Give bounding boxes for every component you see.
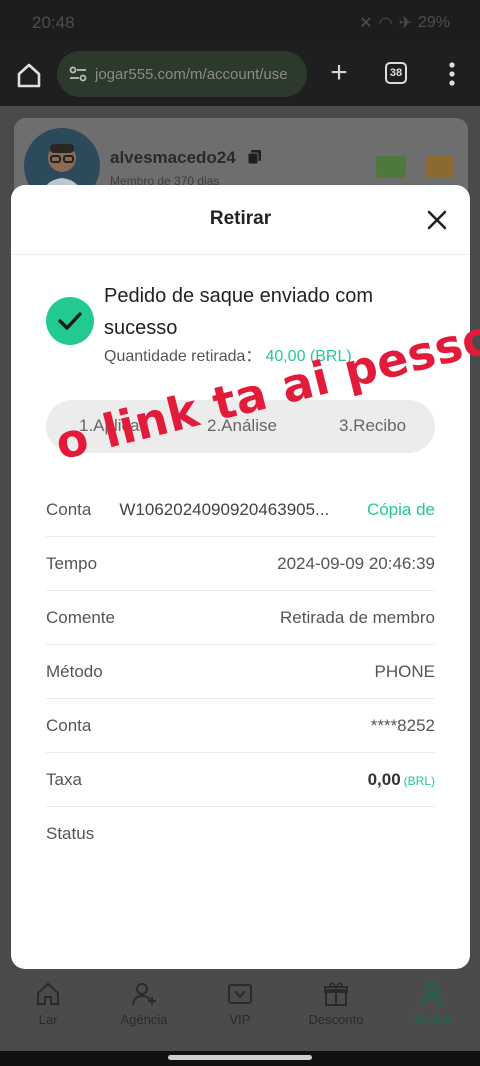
row-value: ****8252 (370, 715, 435, 735)
address-bar[interactable]: jogar555.com/m/account/use (57, 51, 307, 97)
fee-currency: (BRL) (403, 773, 435, 788)
order-row: Conta W1062024090920463905... Cópia de (46, 483, 435, 537)
browser-toolbar: jogar555.com/m/account/use + 38 (0, 46, 480, 106)
nav-item-vip[interactable]: VIP (192, 970, 288, 1051)
new-tab-icon[interactable]: + (324, 58, 354, 89)
nav-label: Agência (120, 1012, 168, 1027)
username: alvesmacedo24 (110, 148, 236, 167)
gesture-bar (0, 1051, 480, 1066)
check-icon (46, 297, 94, 345)
vip-icon (228, 984, 252, 1004)
copy-button[interactable]: Cópia de (367, 500, 435, 520)
modal-title: Retirar (209, 208, 272, 229)
site-settings-icon[interactable] (67, 63, 89, 85)
detail-row-metodo: Método PHONE (46, 645, 435, 699)
row-label: Status (46, 824, 95, 843)
nav-label: Minha (414, 1012, 450, 1027)
row-label: Comente (46, 607, 115, 627)
nav-label: Lar (38, 1012, 58, 1027)
detail-row-status: Status (46, 807, 435, 861)
amount-label: Quantidade retirada： (104, 348, 262, 365)
copy-icon[interactable] (247, 149, 263, 165)
fee-value: 0,00 (367, 769, 401, 789)
airplane-icon: ✈ (398, 15, 412, 32)
gift-icon (324, 982, 348, 1006)
row-value: Retirada de membro (280, 607, 435, 627)
user-icon (421, 982, 443, 1007)
row-label: Conta (46, 715, 92, 735)
close-icon[interactable] (426, 209, 448, 231)
row-label: Conta (46, 499, 92, 519)
wifi-icon: ◠ (378, 15, 393, 32)
add-user-icon (132, 983, 156, 1006)
row-label: Taxa (46, 769, 82, 789)
nav-item-desconto[interactable]: Desconto (288, 970, 384, 1051)
row-label: Tempo (46, 553, 98, 573)
tab-count-button[interactable]: 38 (385, 62, 407, 84)
modal-header: Retirar (11, 185, 470, 255)
detail-row-conta: Conta ****8252 (46, 699, 435, 753)
row-label: Método (46, 661, 103, 681)
details-list: Conta W1062024090920463905... Cópia de T… (46, 483, 435, 861)
nav-item-agencia[interactable]: Agência (96, 970, 192, 1051)
nav-item-minha[interactable]: Minha (384, 970, 480, 1051)
detail-row-taxa: Taxa 0,00 (BRL) (46, 753, 435, 807)
fee-value-wrap: 0,00 (BRL) (368, 770, 435, 790)
status-bar: 20:48 ✕ ◠ ✈ 29% (0, 0, 480, 46)
nav-label: Desconto (308, 1012, 364, 1027)
mail-icon[interactable] (426, 156, 454, 178)
browser-home-icon[interactable] (14, 60, 44, 90)
more-menu-icon[interactable] (440, 58, 464, 90)
home-indicator[interactable] (168, 1055, 312, 1060)
withdraw-modal: Retirar Pedido de saque enviado com suce… (11, 185, 470, 969)
row-value: 2024-09-09 20:46:39 (277, 553, 435, 573)
row-value: PHONE (374, 661, 435, 681)
detail-row-tempo: Tempo 2024-09-09 20:46:39 (46, 537, 435, 591)
success-message: Pedido de saque enviado com sucesso (104, 285, 374, 339)
nav-label: VIP (229, 1012, 251, 1027)
nav-item-lar[interactable]: Lar (0, 970, 96, 1051)
mute-icon: ✕ (359, 15, 373, 32)
status-time: 20:48 (32, 13, 75, 32)
id-card-icon[interactable] (376, 156, 406, 178)
bottom-nav: Lar Agência VIP Desconto Minha (0, 970, 480, 1051)
url-text: jogar555.com/m/account/use (95, 65, 288, 83)
order-id: W1062024090920463905... (119, 499, 330, 519)
status-icons: ✕ ◠ ✈ 29% (359, 13, 450, 33)
home-icon (37, 982, 59, 1005)
detail-row-comente: Comente Retirada de membro (46, 591, 435, 645)
battery-percent: 29% (417, 14, 450, 31)
step-recibo: 3.Recibo (339, 416, 407, 435)
